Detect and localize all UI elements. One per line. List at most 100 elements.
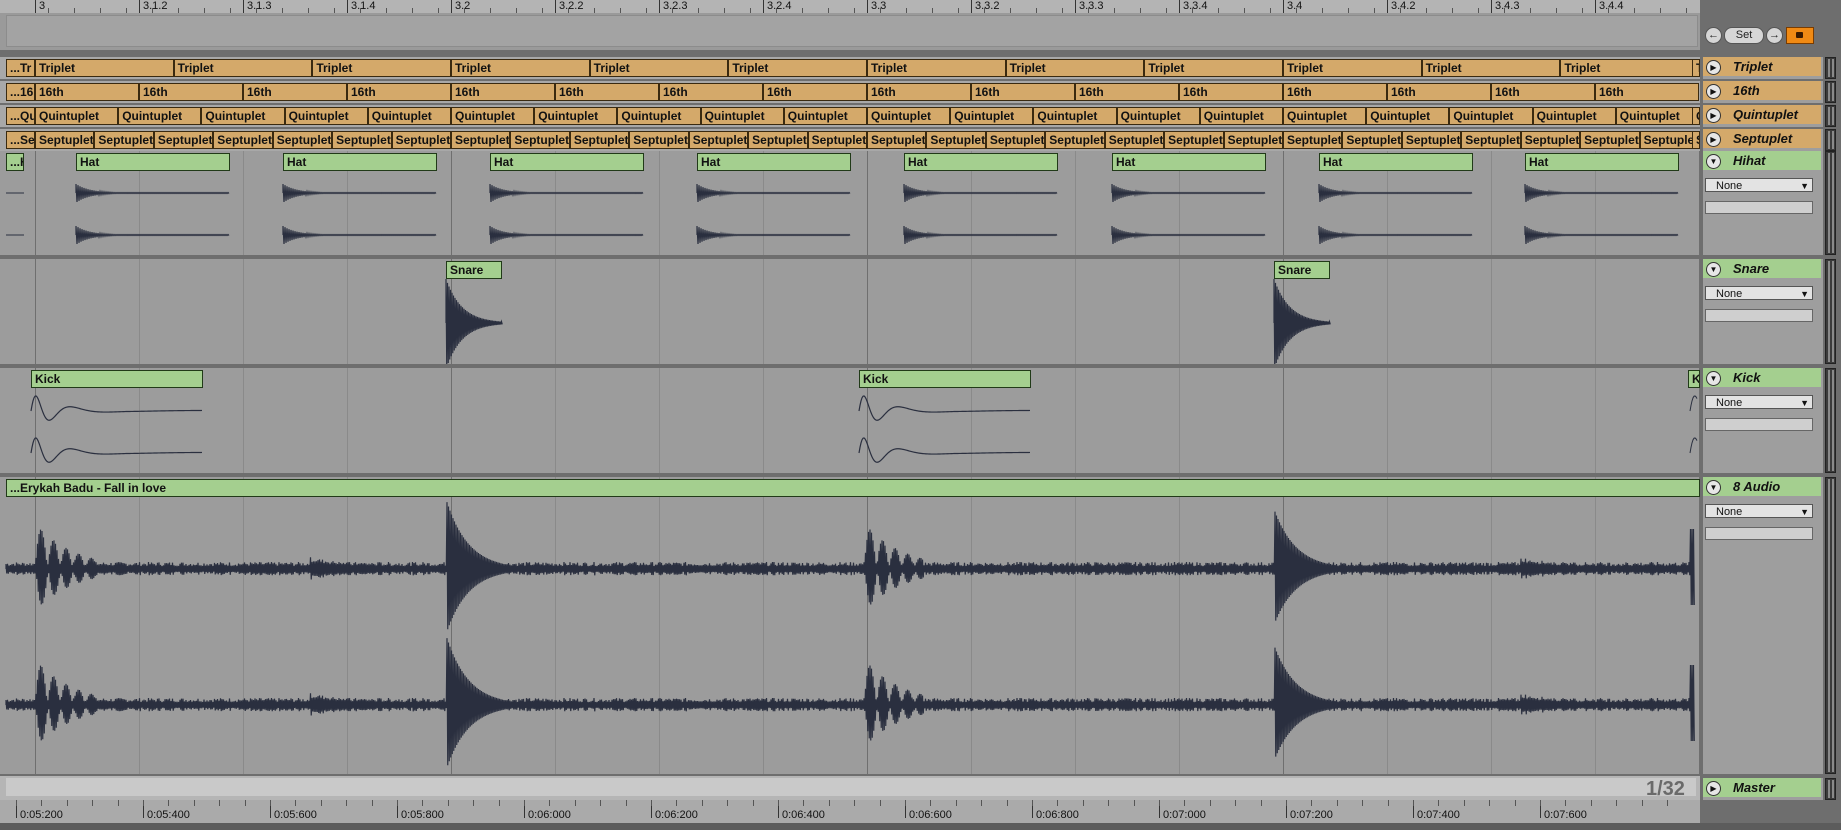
groove-clip[interactable]: Septuplet <box>569 131 630 149</box>
groove-clip[interactable]: Septuplet <box>94 131 154 149</box>
input-channel-select[interactable] <box>1705 527 1813 540</box>
audio-clip[interactable]: Snare <box>1274 261 1330 279</box>
groove-clip[interactable]: Quintuplet <box>35 107 119 125</box>
audio-lane-hihat[interactable]: ...H Hat Hat Hat Hat Hat Hat Hat Hat <box>0 151 1700 255</box>
groove-clip[interactable]: Septuplet <box>1520 131 1581 149</box>
scrub-area[interactable] <box>6 15 1698 47</box>
fold-arrow-icon[interactable]: ▼ <box>1706 480 1721 495</box>
beat-time-ruler[interactable]: 3 3.1.2 3.1.3 3.1.4 3.2 3.2.2 3.2.3 3.2.4 3.3 3.3… <box>0 0 1700 50</box>
audio-clip[interactable]: Kick <box>31 370 203 388</box>
groove-clip[interactable]: Quintuplet <box>950 107 1034 125</box>
audio-clip[interactable]: Hat <box>904 153 1058 171</box>
audio-clip[interactable]: Hat <box>283 153 437 171</box>
groove-clip[interactable]: Quintuplet <box>1199 107 1283 125</box>
play-arrow-icon[interactable]: ▶ <box>1706 108 1721 123</box>
groove-clip[interactable]: Triplet <box>312 59 451 77</box>
groove-clip[interactable]: Quintuplet <box>1033 107 1117 125</box>
groove-clip-partial[interactable]: ...Se <box>6 131 35 149</box>
groove-clip[interactable]: Septuplet <box>35 131 95 149</box>
groove-clip[interactable]: Triplet <box>173 59 313 77</box>
groove-clip[interactable]: Septuplet <box>272 131 333 149</box>
audio-clip[interactable]: Hat <box>1525 153 1679 171</box>
groove-clip[interactable]: Triplet <box>728 59 867 77</box>
groove-clip[interactable]: Quintuplet <box>284 107 368 125</box>
audio-clip[interactable]: Hat <box>1112 153 1266 171</box>
groove-lane-16th[interactable]: ...16 16th 16th 16th 16th 16th 16th 16th 16th 16t… <box>0 81 1700 103</box>
groove-clip[interactable]: 16th <box>243 83 347 101</box>
groove-clip[interactable]: 16th <box>971 83 1075 101</box>
audio-clip[interactable]: Snare <box>446 261 502 279</box>
groove-clip[interactable]: Septuplet <box>1580 131 1640 149</box>
audio-clip-partial[interactable]: ...H <box>6 153 24 171</box>
play-arrow-icon[interactable]: ▶ <box>1706 84 1721 99</box>
track-header-16th[interactable]: ▶ 16th <box>1703 81 1836 103</box>
fold-arrow-icon[interactable]: ▼ <box>1706 371 1721 386</box>
groove-clip[interactable]: Septuplet <box>510 131 570 149</box>
groove-clip[interactable]: Triplet <box>1144 59 1283 77</box>
groove-clip[interactable]: Septuplet <box>1045 131 1105 149</box>
groove-clip-partial[interactable]: S <box>1692 131 1700 149</box>
groove-clip[interactable]: Septuplet <box>1342 131 1402 149</box>
audio-lane-snare[interactable]: Snare Snare <box>0 259 1700 364</box>
input-channel-select[interactable] <box>1705 309 1813 322</box>
groove-clip[interactable]: Quintuplet <box>617 107 701 125</box>
groove-clip[interactable]: 16th <box>451 83 555 101</box>
groove-clip[interactable]: Septuplet <box>867 131 927 149</box>
groove-clip[interactable]: 16th <box>763 83 867 101</box>
groove-clip[interactable]: 16th <box>867 83 971 101</box>
groove-clip[interactable]: Quintuplet <box>1532 107 1616 125</box>
groove-clip[interactable]: Septuplet <box>926 131 986 149</box>
next-locator-button[interactable]: → <box>1766 27 1783 44</box>
groove-clip[interactable]: Quintuplet <box>367 107 451 125</box>
audio-lane-kick[interactable]: Kick Kick K <box>0 368 1700 473</box>
groove-clip[interactable]: Septuplet <box>1401 131 1462 149</box>
groove-clip[interactable]: Septuplet <box>1164 131 1224 149</box>
overview-strip[interactable] <box>6 778 1696 796</box>
groove-clip[interactable]: Triplet <box>451 59 590 77</box>
groove-clip[interactable]: Quintuplet <box>118 107 202 125</box>
groove-clip[interactable]: Septuplet <box>391 131 451 149</box>
groove-clip[interactable]: Quintuplet <box>451 107 535 125</box>
groove-clip[interactable]: Quintuplet <box>1449 107 1533 125</box>
audio-clip[interactable]: Hat <box>697 153 851 171</box>
input-channel-select[interactable] <box>1705 418 1813 431</box>
overview-bar[interactable] <box>0 776 1700 800</box>
input-type-select[interactable]: None ▼ <box>1705 286 1813 300</box>
groove-clip[interactable]: Quintuplet <box>783 107 867 125</box>
track-header-quintuplet[interactable]: ▶ Quintuplet <box>1703 105 1836 127</box>
track-header-kick[interactable]: ▼ Kick None ▼ <box>1703 368 1836 473</box>
groove-clip[interactable]: 16th <box>1283 83 1387 101</box>
play-arrow-icon[interactable]: ▶ <box>1706 60 1721 75</box>
groove-lane-quintuplet[interactable]: ...Qu Quintuplet Quintuplet Quintuplet Quint… <box>0 105 1700 127</box>
fold-arrow-icon[interactable]: ▼ <box>1706 154 1721 169</box>
track-header-hihat[interactable]: ▼ Hihat None ▼ <box>1703 151 1836 255</box>
groove-clip[interactable]: Septuplet <box>688 131 749 149</box>
play-arrow-icon[interactable]: ▶ <box>1706 781 1721 796</box>
groove-clip[interactable]: Septuplet <box>807 131 867 149</box>
groove-clip[interactable]: 16th <box>1491 83 1595 101</box>
groove-clip-partial[interactable]: T <box>1692 59 1700 77</box>
input-channel-select[interactable] <box>1705 201 1813 214</box>
groove-clip[interactable]: Quintuplet <box>700 107 784 125</box>
groove-clip[interactable]: Septuplet <box>1639 131 1699 149</box>
groove-clip[interactable]: Triplet <box>1421 59 1561 77</box>
groove-clip[interactable]: Quintuplet <box>1366 107 1450 125</box>
track-header-snare[interactable]: ▼ Snare None ▼ <box>1703 259 1836 364</box>
groove-clip[interactable]: Triplet <box>1560 59 1699 77</box>
groove-clip[interactable]: 16th <box>1387 83 1491 101</box>
groove-clip[interactable]: Triplet <box>35 59 174 77</box>
audio-clip[interactable]: ...Erykah Badu - Fall in love <box>6 479 1700 497</box>
groove-clip-partial[interactable]: ...Qu <box>6 107 35 125</box>
groove-clip[interactable]: Quintuplet <box>201 107 285 125</box>
grid-quantization[interactable]: 1/32 <box>1646 778 1685 801</box>
groove-clip[interactable]: Triplet <box>1283 59 1422 77</box>
groove-clip[interactable]: 16th <box>1179 83 1283 101</box>
groove-clip[interactable]: Quintuplet <box>1615 107 1699 125</box>
groove-clip[interactable]: Septuplet <box>748 131 808 149</box>
input-type-select[interactable]: None ▼ <box>1705 395 1813 409</box>
groove-clip[interactable]: 16th <box>139 83 243 101</box>
groove-clip[interactable]: Septuplet <box>1104 131 1165 149</box>
groove-clip[interactable]: 16th <box>1075 83 1179 101</box>
groove-clip[interactable]: Septuplet <box>985 131 1046 149</box>
play-arrow-icon[interactable]: ▶ <box>1706 132 1721 147</box>
